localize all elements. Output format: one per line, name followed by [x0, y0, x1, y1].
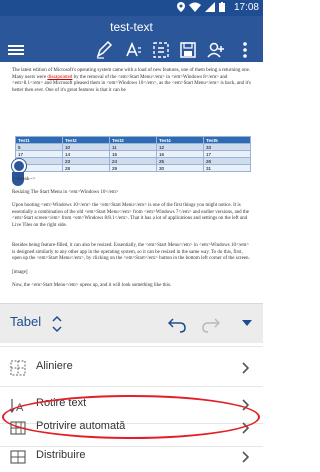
table-cell: 25: [156, 157, 204, 165]
table-cell: 23: [62, 157, 110, 165]
ribbon-toolbar: Tabel: [0, 303, 263, 343]
status-icons: [177, 2, 225, 12]
redo-icon[interactable]: [202, 315, 220, 333]
table-cell: 28: [62, 164, 110, 172]
collapse-ribbon-icon[interactable]: [240, 316, 254, 330]
align-grid-icon: [10, 360, 26, 376]
table-cell: 12: [156, 143, 204, 151]
paragraph-opens: Now, the <em>Start Menu</em> opens up, a…: [12, 283, 172, 288]
document-canvas[interactable]: The latest edition of Microsoft's operat…: [0, 62, 263, 303]
document-table[interactable]: Test1 Test2 Test3 Test4 Test5 5 10 11 12…: [15, 136, 251, 172]
table-selection-handle-top[interactable]: [12, 159, 26, 173]
paragraph-intro: The latest edition of Microsoft's operat…: [12, 68, 252, 94]
highlight-oval: [2, 395, 260, 439]
table-cell: 17: [203, 150, 251, 158]
table-cell: 15: [109, 150, 157, 158]
find-icon[interactable]: [151, 40, 171, 60]
distribute-columns-icon: [10, 450, 26, 464]
divider: [0, 346, 263, 347]
table-cell: 29: [109, 164, 157, 172]
paragraph-resize: Besides being feature-filled, it can als…: [12, 243, 250, 262]
save-icon[interactable]: [178, 40, 198, 60]
ribbon-tab-label[interactable]: Tabel: [10, 314, 41, 329]
status-bar: 17:08: [0, 0, 263, 16]
table-row: 5 10 11 12 33: [15, 143, 251, 151]
table-cell: 10: [62, 143, 110, 151]
table-cell: 16: [156, 150, 204, 158]
table-header: Test1: [15, 136, 63, 144]
break-marker: <--break-->: [12, 177, 36, 182]
wifi-icon: [189, 2, 201, 12]
table-header-row: Test1 Test2 Test3 Test4 Test5: [15, 136, 251, 144]
chevron-right-icon: [242, 362, 249, 374]
table-row: 27 28 29 30 31: [15, 164, 251, 172]
menu-item-label: Aliniere: [36, 360, 73, 372]
section-heading: Resizing The Start Menu in <em>Windows 1…: [12, 190, 119, 195]
divider: [0, 386, 263, 387]
app-bar-actions: [0, 38, 263, 62]
battery-icon: [219, 2, 225, 12]
table-header: Test4: [156, 136, 204, 144]
table-cell: 33: [203, 143, 251, 151]
paragraph-booting: Upon booting <em>Windows 10</em> the <em…: [12, 203, 250, 228]
location-icon: [177, 2, 185, 12]
signal-icon: [205, 2, 215, 12]
table-row: 22 23 24 25 26: [15, 157, 251, 165]
table-row: 17 14 15 16 17: [15, 150, 251, 158]
spelling-error: dissapointed: [47, 74, 73, 80]
table-header: Test2: [62, 136, 110, 144]
table-cell: 24: [109, 157, 157, 165]
menu-item-label: Distribuire: [36, 449, 86, 461]
tab-switch-chevrons-icon[interactable]: [50, 312, 64, 336]
hamburger-menu-icon[interactable]: [6, 40, 26, 60]
table-header: Test5: [203, 136, 251, 144]
table-cell: 14: [62, 150, 110, 158]
overflow-menu-icon[interactable]: [235, 40, 255, 60]
table-cell: 31: [203, 164, 251, 172]
pen-draw-icon[interactable]: [94, 40, 114, 60]
table-cell: 17: [15, 150, 63, 158]
table-header: Test3: [109, 136, 157, 144]
status-time: 17:08: [233, 2, 259, 13]
menu-item-alignment[interactable]: Aliniere: [0, 353, 263, 383]
table-cell: 26: [203, 157, 251, 165]
image-placeholder: [image]: [12, 270, 28, 275]
share-user-icon[interactable]: [206, 40, 226, 60]
document-title: test-text: [110, 20, 153, 34]
app-bar: test-text: [0, 16, 263, 62]
text-format-icon[interactable]: [124, 40, 144, 60]
table-cell: 5: [15, 143, 63, 151]
table-cell: 11: [109, 143, 157, 151]
chevron-right-icon: [242, 451, 249, 463]
undo-icon[interactable]: [168, 315, 186, 333]
table-cell: 30: [156, 164, 204, 172]
